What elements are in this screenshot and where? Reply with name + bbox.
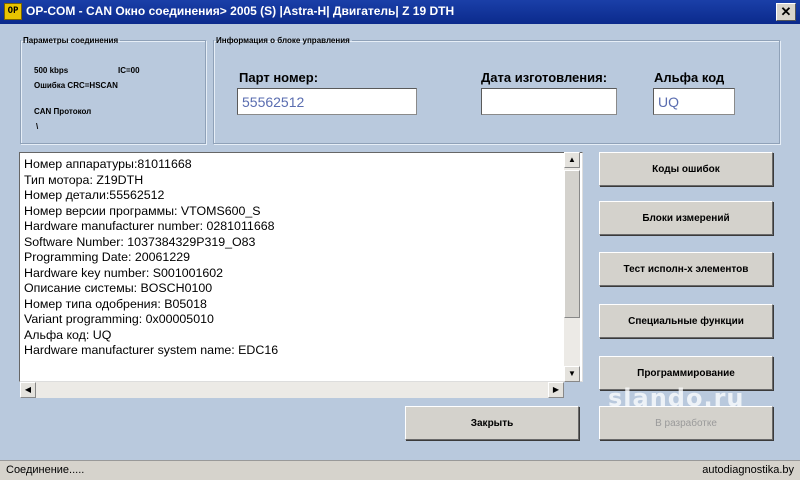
ecu-detail-line: Hardware key number: S001001602 (24, 265, 224, 280)
watermark: slando.ru (608, 384, 745, 412)
ecu-detail-line: Альфа код: UQ (24, 327, 112, 342)
connection-params-group: Параметры соединения (20, 36, 206, 144)
vertical-scrollbar[interactable]: ▲ ▼ (564, 152, 580, 382)
alpha-code-field[interactable] (653, 88, 735, 115)
part-number-label: Парт номер: (239, 70, 319, 85)
part-number-field[interactable] (237, 88, 417, 115)
status-website: autodiagnostika.by (702, 464, 794, 476)
scroll-down-button[interactable]: ▼ (564, 366, 580, 382)
horizontal-scrollbar[interactable]: ◀ ▶ (20, 382, 564, 398)
manufacture-date-label: Дата изготовления: (481, 70, 608, 85)
ecu-detail-line: Programming Date: 20061229 (24, 250, 190, 264)
window-title: OP-COM - CAN Окно соединения> 2005 (S) |… (26, 4, 455, 18)
close-window-button[interactable]: ✕ (776, 3, 796, 21)
app-icon: OP (4, 3, 22, 20)
ecu-detail-line: Software Number: 1037384329P319_O83 (24, 234, 256, 249)
can-protocol-label: CAN Протокол (34, 107, 92, 116)
can-protocol-value: \ (36, 122, 39, 131)
ecu-detail-line: Номер аппаратуры:81011668 (24, 157, 192, 171)
title-bar: OP OP-COM - CAN Окно соединения> 2005 (S… (0, 0, 800, 24)
scroll-left-button[interactable]: ◀ (20, 382, 36, 398)
status-connection: Соединение..... (6, 464, 85, 476)
scroll-up-button[interactable]: ▲ (564, 152, 580, 168)
scroll-right-button[interactable]: ▶ (548, 382, 564, 398)
ic-label: IC=00 (118, 66, 140, 75)
ecu-detail-line: Тип мотора: Z19DTH (24, 172, 144, 187)
ecu-detail-line: Номер типа одобрения: B05018 (24, 296, 207, 311)
ecu-detail-line: Номер версии программы: VTOMS600_S (24, 203, 261, 218)
error-codes-button[interactable]: Коды ошибок (599, 152, 773, 186)
special-functions-button[interactable]: Специальные функции (599, 304, 773, 338)
ecu-detail-line: Номер детали:55562512 (24, 188, 165, 202)
close-button[interactable]: Закрыть (405, 406, 579, 440)
ecu-details-lines: Номер аппаратуры:81011668 Тип мотора: Z19… (24, 157, 278, 359)
ecu-detail-line: Hardware manufacturer system name: EDC16 (24, 343, 279, 357)
actuator-test-button[interactable]: Тест исполн-х элементов (599, 252, 773, 286)
ecu-detail-line: Описание системы: BOSCH0100 (24, 281, 213, 295)
scroll-thumb[interactable] (564, 170, 580, 318)
connection-params-legend: Параметры соединения (23, 36, 119, 45)
speed-label: 500 kbps (34, 66, 69, 75)
crc-error-label: Ошибка CRC=HSCAN (34, 81, 118, 90)
ecu-details-list[interactable]: Номер аппаратуры:81011668 Тип мотора: Z19… (19, 152, 583, 382)
alpha-code-label: Альфа код (654, 70, 725, 85)
manufacture-date-field[interactable] (481, 88, 617, 115)
ecu-detail-line: Hardware manufacturer number: 0281011668 (24, 219, 275, 233)
ecu-detail-line: Variant programming: 0x00005010 (24, 312, 214, 326)
measure-blocks-button[interactable]: Блоки измерений (599, 201, 773, 235)
status-bar: Соединение..... autodiagnostika.by (0, 460, 800, 480)
ecu-info-legend: Информация о блоке управления (216, 36, 350, 45)
